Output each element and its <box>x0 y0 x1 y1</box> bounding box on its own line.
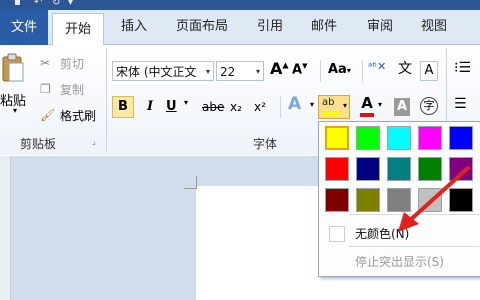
word-icon: ▪ <box>14 0 21 8</box>
stop-highlighting-label: 停止突出显示(S) <box>355 255 444 269</box>
toolbar-separator <box>280 96 281 118</box>
change-case-button[interactable]: Aa▾ <box>328 62 358 82</box>
no-color-swatch <box>329 226 345 242</box>
font-color-button[interactable]: A <box>358 94 376 118</box>
strikethrough-button[interactable]: abe <box>202 96 228 118</box>
char-border-button[interactable]: A <box>420 61 438 81</box>
subscript-button[interactable]: x₂ <box>230 96 250 118</box>
shrink-font-button[interactable]: A▼ <box>292 62 310 82</box>
clear-formatting-icon[interactable]: ᵃᵇ✕ <box>368 60 390 82</box>
highlight-color-menu: 无颜色(N) 停止突出显示(S) <box>318 121 480 277</box>
color-swatch[interactable] <box>449 126 473 150</box>
menu-separator <box>349 214 479 215</box>
text-effects-icon[interactable]: A <box>288 94 310 118</box>
tab-page-layout[interactable]: 页面布局 <box>166 10 238 44</box>
format-painter-button[interactable]: 格式刷 <box>60 107 104 125</box>
toolbar-separator <box>320 60 321 82</box>
bold-button[interactable]: B <box>112 96 134 118</box>
chevron-down-icon[interactable]: ▾ <box>206 62 210 82</box>
undo-icon[interactable]: ↶ <box>34 0 42 9</box>
copy-icon: ❐ <box>40 82 51 96</box>
toolbar-separator <box>362 60 363 82</box>
font-color-label: A <box>361 94 373 112</box>
copy-button[interactable]: 复制 <box>60 81 100 99</box>
tab-references[interactable]: 引用 <box>246 10 294 44</box>
grow-font-button[interactable]: A▲ <box>270 59 289 81</box>
pinyin-guide-button[interactable]: 文 <box>394 58 416 82</box>
superscript-button[interactable]: x² <box>254 96 274 118</box>
paste-icon[interactable] <box>0 50 26 84</box>
color-swatch[interactable] <box>418 126 442 150</box>
font-color-bar <box>360 113 374 117</box>
no-color-label: 无颜色(N) <box>355 227 410 241</box>
chevron-down-icon[interactable]: ▾ <box>343 101 347 110</box>
tab-insert[interactable]: 插入 <box>110 10 158 44</box>
chevron-down-icon[interactable]: ▾ <box>310 100 318 114</box>
group-separator <box>106 48 107 152</box>
margin-corner-mark <box>184 176 197 189</box>
highlight-color-button[interactable]: ab ▾ <box>318 95 350 119</box>
title-bar: ▪ ↶ ↻ ▾ <box>0 0 480 10</box>
color-swatch[interactable] <box>387 157 411 181</box>
chevron-down-icon[interactable]: ▾ <box>256 62 260 82</box>
color-swatch[interactable] <box>387 126 411 150</box>
clipboard-group-label: 剪贴板 <box>19 137 56 151</box>
color-swatch[interactable] <box>356 157 380 181</box>
tab-file[interactable]: 文件 <box>0 10 48 45</box>
color-swatch[interactable] <box>449 188 473 212</box>
font-name-combo[interactable]: 宋体 (中文正文 ▾ <box>112 61 214 81</box>
underline-button[interactable]: U <box>166 96 182 118</box>
customize-qat-icon[interactable]: ▾ <box>68 0 73 9</box>
color-swatch[interactable] <box>418 188 442 212</box>
color-swatch[interactable] <box>387 188 411 212</box>
cut-button[interactable]: 剪切 <box>60 55 100 73</box>
color-swatch[interactable] <box>356 188 380 212</box>
format-painter-icon: 🖌 <box>40 108 56 122</box>
menu-separator <box>349 246 479 247</box>
menu-item-stop-highlighting[interactable]: 停止突出显示(S) <box>327 251 477 271</box>
highlight-color-bar <box>322 112 340 116</box>
underline-dropdown-icon[interactable]: ▾ <box>184 98 194 116</box>
bullets-icon[interactable]: ⁝☰ <box>454 60 480 82</box>
tab-view[interactable]: 视图 <box>410 10 458 44</box>
vertical-ruler <box>0 156 11 300</box>
chevron-down-icon[interactable]: ▾ <box>378 100 386 114</box>
tab-home[interactable]: 开始 <box>52 13 104 46</box>
tab-mailings[interactable]: 邮件 <box>300 10 348 44</box>
font-size-combo[interactable]: 22 ▾ <box>216 61 264 81</box>
color-swatch[interactable] <box>356 126 380 150</box>
highlighter-icon: ab <box>322 97 335 108</box>
menu-item-no-color[interactable]: 无颜色(N) <box>327 223 477 243</box>
dialog-launcher-icon[interactable]: ⌟ <box>92 137 102 147</box>
scissors-icon: ✂ <box>40 56 51 70</box>
redo-icon[interactable]: ↻ <box>52 0 60 9</box>
paste-dropdown-icon[interactable]: ▾ <box>0 106 30 116</box>
enclose-char-button[interactable]: 字 <box>420 97 438 115</box>
color-swatch[interactable] <box>325 188 349 212</box>
color-swatch[interactable] <box>325 126 349 150</box>
tab-review[interactable]: 审阅 <box>356 10 404 44</box>
align-left-icon[interactable]: ☰ <box>454 96 480 118</box>
font-group-label: 字体 <box>252 137 277 151</box>
font-size-value: 22 <box>220 65 236 79</box>
color-swatch[interactable] <box>325 157 349 181</box>
color-swatch[interactable] <box>418 157 442 181</box>
font-name-value: 宋体 (中文正文 <box>116 65 197 79</box>
char-shading-button[interactable]: A <box>394 98 410 116</box>
italic-button[interactable]: I <box>140 96 160 118</box>
color-swatch[interactable] <box>449 157 473 181</box>
